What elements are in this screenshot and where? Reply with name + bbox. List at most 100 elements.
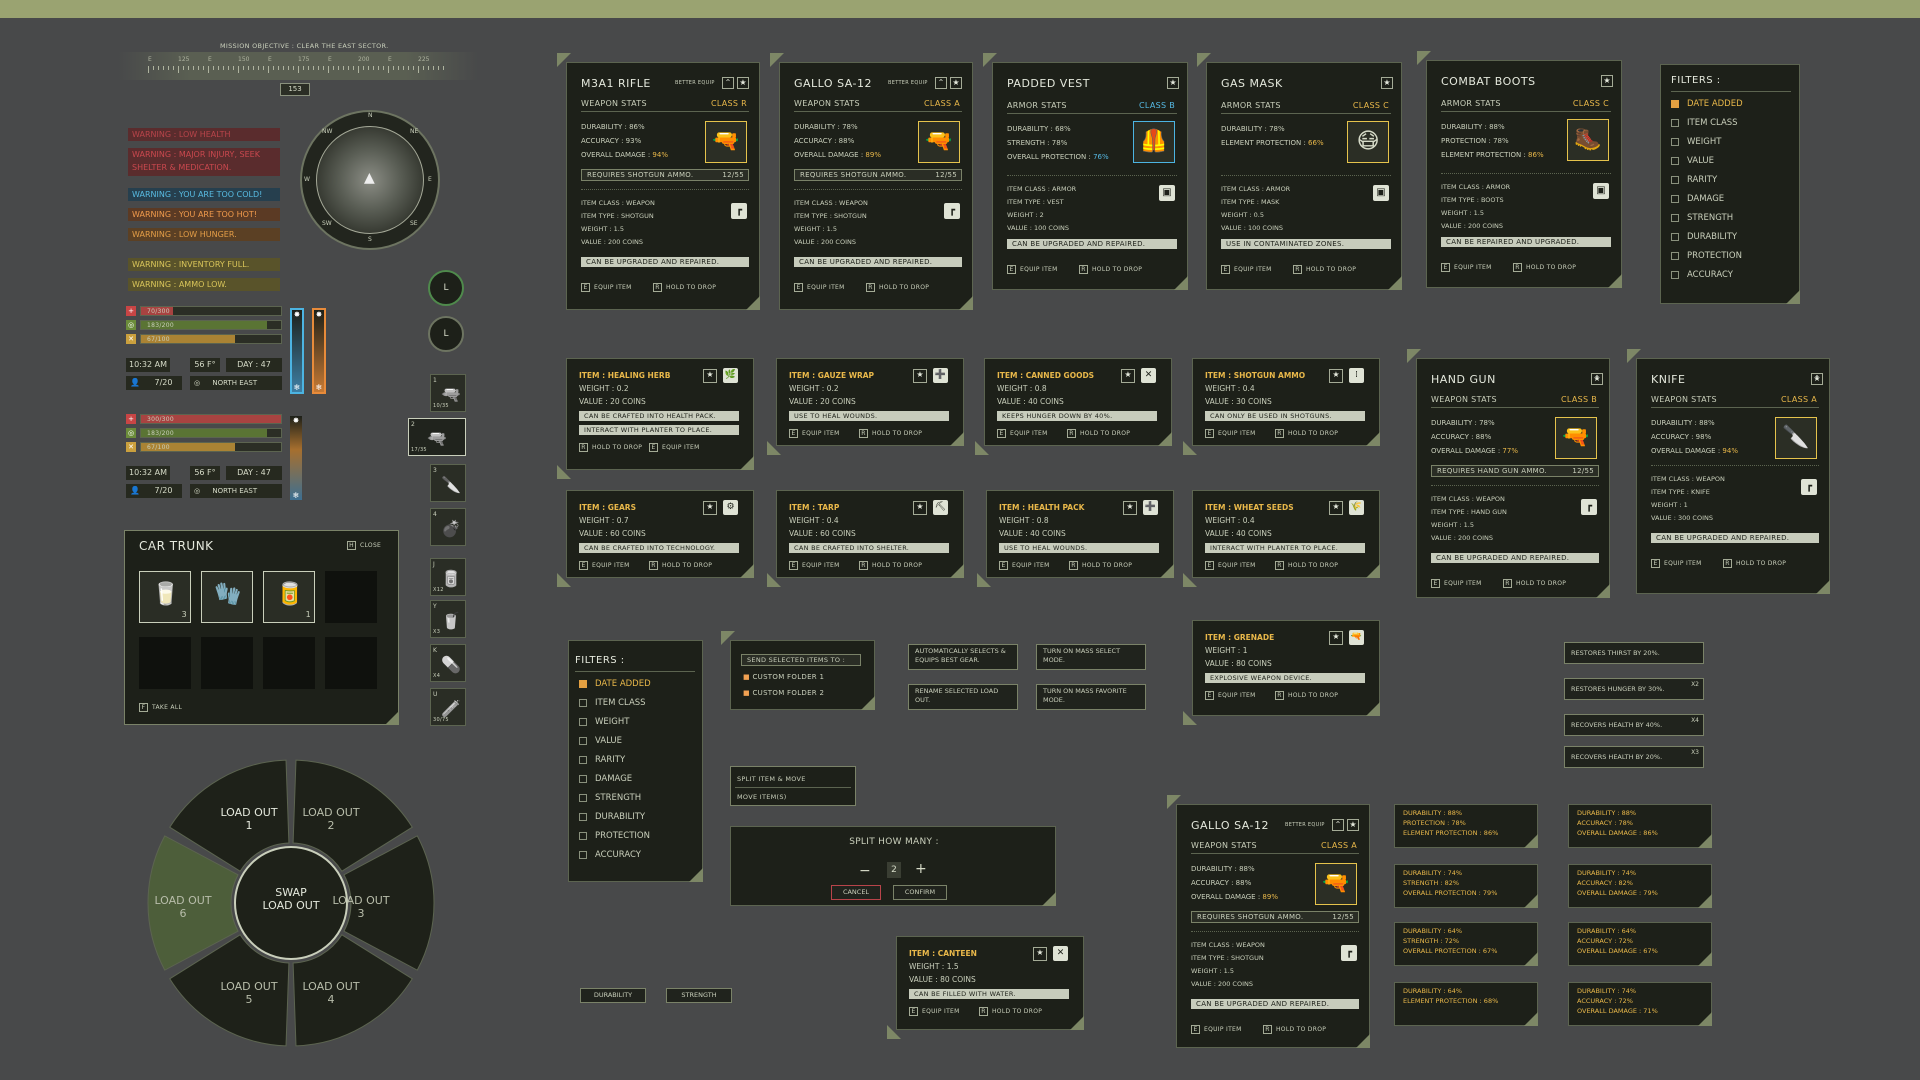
trunk-slot[interactable]	[201, 637, 253, 689]
split-value[interactable]: 2	[887, 862, 901, 878]
item-card[interactable]: ITEM : SHOTGUN AMMO ★ ⁞ WEIGHT : 0.4 VALUE :…	[1183, 358, 1380, 455]
filter-option[interactable]: WEIGHT	[1671, 137, 1743, 156]
trunk-slot[interactable]	[263, 637, 315, 689]
trunk-slot[interactable]: 🧤	[201, 571, 253, 623]
quick-slot[interactable]: 4 💣	[430, 508, 466, 546]
trunk-slot[interactable]	[325, 571, 377, 623]
filter-option[interactable]: RARITY	[579, 755, 651, 774]
filter-checkbox[interactable]	[579, 736, 587, 745]
filter-checkbox[interactable]	[579, 755, 587, 764]
drop-item-button[interactable]: E EQUIP ITEM	[1205, 561, 1256, 570]
weapon-card[interactable]: KNIFE ⌃ ★ WEAPON STATS CLASS A DURABILITY : 8…	[1627, 349, 1830, 594]
star-icon[interactable]: ★	[1329, 501, 1343, 515]
equip-item-button[interactable]: R HOLD TO DROP	[979, 1007, 1042, 1016]
confirm-button[interactable]: CONFIRM	[893, 885, 947, 900]
filter-checkbox[interactable]	[1671, 118, 1679, 127]
star-icon[interactable]: ★	[913, 501, 927, 515]
filter-option[interactable]: RARITY	[1671, 175, 1743, 194]
star-icon[interactable]: ★	[1167, 77, 1179, 89]
quick-slot[interactable]: U 🧪 30/75	[430, 688, 466, 726]
filter-checkbox[interactable]	[579, 774, 587, 783]
upgrade-icon[interactable]: ⌃	[1332, 819, 1344, 831]
star-icon[interactable]: ★	[1121, 369, 1135, 383]
drop-item-button[interactable]: R HOLD TO DROP	[1513, 263, 1576, 272]
equip-item-button[interactable]: R HOLD TO DROP	[859, 561, 922, 570]
durability-tag[interactable]: DURABILITY	[580, 988, 646, 1003]
filter-checkbox[interactable]	[1671, 251, 1679, 260]
filter-option[interactable]: PROTECTION	[579, 831, 651, 850]
filter-option[interactable]: DURABILITY	[579, 812, 651, 831]
drop-item-button[interactable]: E EQUIP ITEM	[789, 429, 840, 438]
trunk-slot[interactable]: 🥛 3	[139, 571, 191, 623]
drop-item-button[interactable]: R HOLD TO DROP	[866, 283, 929, 292]
star-icon[interactable]: ★	[1033, 947, 1047, 961]
star-icon[interactable]: ★	[1347, 819, 1359, 831]
drop-item-button[interactable]: E EQUIP ITEM	[909, 1007, 960, 1016]
drop-item-button[interactable]: E EQUIP ITEM	[1205, 429, 1256, 438]
drop-item-button[interactable]: E EQUIP ITEM	[579, 561, 630, 570]
item-card[interactable]: ITEM : GEARS ★ ⚙ WEIGHT : 0.7 VALUE : 60 COI…	[557, 490, 754, 587]
trunk-slot[interactable]	[325, 637, 377, 689]
equip-item-button[interactable]: E EQUIP ITEM	[1431, 579, 1482, 588]
equip-item-button[interactable]: R HOLD TO DROP	[1275, 691, 1338, 700]
custom-folder-1[interactable]: ■ CUSTOM FOLDER 1	[743, 673, 824, 681]
swap-loadout-button[interactable]: SWAP LOAD OUT	[241, 886, 341, 912]
equip-item-button[interactable]: R HOLD TO DROP	[1275, 429, 1338, 438]
filter-option[interactable]: ITEM CLASS	[579, 698, 651, 717]
filter-option[interactable]: STRENGTH	[579, 793, 651, 812]
custom-folder-2[interactable]: ■ CUSTOM FOLDER 2	[743, 689, 824, 697]
filter-option[interactable]: STRENGTH	[1671, 213, 1743, 232]
trunk-slot[interactable]: 🥫 1	[263, 571, 315, 623]
filter-option[interactable]: DAMAGE	[1671, 194, 1743, 213]
drop-item-button[interactable]: E EQUIP ITEM	[997, 429, 1048, 438]
armor-card[interactable]: COMBAT BOOTS ★ ARMOR STATS CLASS C DURABILIT…	[1417, 51, 1622, 288]
filter-checkbox[interactable]	[579, 850, 587, 859]
equip-item-button[interactable]: R HOLD TO DROP	[649, 561, 712, 570]
item-card[interactable]: ITEM : TARP ★ ⛏ WEIGHT : 0.4 VALUE : 60 COIN…	[767, 490, 964, 587]
filter-option[interactable]: ACCURACY	[579, 850, 651, 869]
upgrade-icon[interactable]: ⌃	[722, 77, 734, 89]
auto-equip-hint[interactable]: AUTOMATICALLY SELECTS & EQUIPS BEST GEAR…	[908, 644, 1018, 670]
filter-checkbox[interactable]	[579, 679, 587, 688]
drop-item-button[interactable]: R HOLD TO DROP	[1079, 265, 1142, 274]
star-icon[interactable]: ★	[1381, 77, 1393, 89]
filter-option[interactable]: DURABILITY	[1671, 232, 1743, 251]
filter-option[interactable]: PROTECTION	[1671, 251, 1743, 270]
cancel-button[interactable]: CANCEL	[831, 885, 881, 900]
quick-key-2[interactable]: L	[428, 316, 464, 352]
upgrade-icon[interactable]: ⌃	[935, 77, 947, 89]
quick-slot[interactable]: J 🥫 x12	[430, 558, 466, 596]
star-icon[interactable]: ★	[703, 501, 717, 515]
filter-checkbox[interactable]	[579, 698, 587, 707]
star-icon[interactable]: ★	[913, 369, 927, 383]
filter-checkbox[interactable]	[579, 717, 587, 726]
weapon-card[interactable]: HAND GUN ⌃ ★ WEAPON STATS CLASS B DURABILITY …	[1407, 349, 1610, 598]
star-icon[interactable]: ★	[1329, 369, 1343, 383]
star-icon[interactable]: ★	[1601, 75, 1613, 87]
drop-item-button[interactable]: R HOLD TO DROP	[1263, 1025, 1326, 1034]
item-card[interactable]: ITEM : CANTEEN ★ ✕ WEIGHT : 1.5 VALUE : 80 C…	[887, 936, 1084, 1039]
filter-option[interactable]: DATE ADDED	[579, 679, 651, 698]
equip-item-button[interactable]: E EQUIP ITEM	[581, 283, 632, 292]
equip-item-button[interactable]: R HOLD TO DROP	[859, 429, 922, 438]
filter-checkbox[interactable]	[579, 793, 587, 802]
mass-select-hint[interactable]: TURN ON MASS SELECT MODE.	[1036, 644, 1146, 670]
filter-option[interactable]: ITEM CLASS	[1671, 118, 1743, 137]
filter-checkbox[interactable]	[579, 831, 587, 840]
armor-card[interactable]: GAS MASK ★ ARMOR STATS CLASS C DURABILITY : …	[1197, 53, 1402, 290]
drop-item-button[interactable]: E EQUIP ITEM	[1205, 691, 1256, 700]
split-move-option[interactable]: SPLIT ITEM & MOVE	[737, 775, 806, 783]
weapon-card[interactable]: GALLO SA-12 BETTER EQUIP ⌃ ★ WEAPON STATS CLA…	[770, 53, 973, 310]
equip-item-button[interactable]: E EQUIP ITEM	[649, 443, 700, 452]
item-card[interactable]: ITEM : WHEAT SEEDS ★ 🌾 WEIGHT : 0.4 VALUE : …	[1183, 490, 1380, 587]
equip-item-button[interactable]: R HOLD TO DROP	[1275, 561, 1338, 570]
equip-item-button[interactable]: E EQUIP ITEM	[1007, 265, 1058, 274]
quick-slot[interactable]: 1 🔫 10/35	[430, 374, 466, 412]
filter-checkbox[interactable]	[1671, 137, 1679, 146]
star-icon[interactable]: ★	[1123, 501, 1137, 515]
star-icon[interactable]: ★	[950, 77, 962, 89]
increase-button[interactable]: +	[915, 861, 927, 877]
filter-checkbox[interactable]	[1671, 156, 1679, 165]
quick-slot[interactable]: 2 🔫 17/35	[408, 418, 466, 456]
filter-option[interactable]: VALUE	[1671, 156, 1743, 175]
